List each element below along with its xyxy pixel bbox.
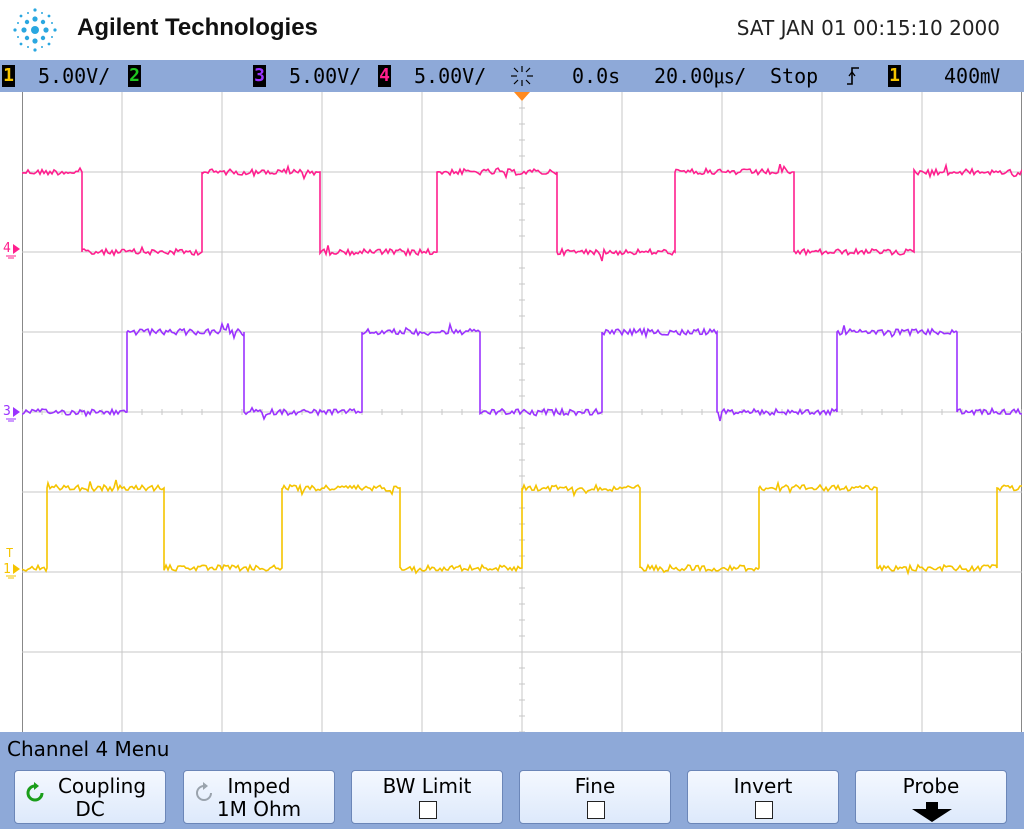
channel-3-marker-label: 3 (3, 404, 11, 419)
channel-1-indicator[interactable]: 1 (2, 65, 15, 87)
menu-title-bar: Channel 4 Menu (0, 732, 1024, 764)
header: Agilent Technologies SAT JAN 01 00:15:10… (0, 0, 1024, 60)
time-scale: 20.00㎲/ (654, 64, 747, 88)
down-arrow-icon (912, 802, 952, 822)
channel-3-ground-marker[interactable]: 3 (2, 403, 22, 425)
channel-1-marker-label: 1 (3, 562, 11, 577)
channel-3-scale: 5.00V/ (289, 64, 362, 88)
coupling-value: DC (75, 797, 105, 821)
trigger-time-marker-icon (514, 92, 530, 101)
impedance-label: Imped (227, 774, 291, 798)
channel-2-indicator[interactable]: 2 (128, 65, 141, 87)
status-bar: 1 5.00V/ 2 3 5.00V/ 4 5.00V/ 0.0s 20.00㎲… (0, 60, 1024, 92)
bw-limit-softkey[interactable]: BW Limit (351, 770, 503, 824)
rising-edge-icon (847, 67, 859, 85)
trigger-position-icon (511, 66, 533, 86)
channel-4-indicator[interactable]: 4 (378, 65, 391, 87)
invert-label: Invert (733, 774, 793, 798)
channel-4-marker-label: 4 (3, 241, 11, 256)
channel-1-scale: 5.00V/ (38, 64, 111, 88)
probe-label: Probe (902, 774, 960, 798)
impedance-softkey[interactable]: Imped 1M Ohm (183, 770, 335, 824)
fine-label: Fine (574, 774, 616, 798)
channel-1-ground-marker[interactable]: T 1 (2, 546, 22, 582)
invert-checkbox[interactable] (755, 801, 773, 819)
brand-title: Agilent Technologies (77, 14, 318, 41)
time-offset: 0.0s (572, 64, 621, 88)
date-time: SAT JAN 01 00:15:10 2000 (736, 16, 1000, 40)
trigger-level: 400㎷ (944, 64, 1001, 88)
channel-3-indicator[interactable]: 3 (253, 65, 266, 87)
menu-title: Channel 4 Menu (7, 737, 170, 761)
trigger-level-marker: T (6, 546, 13, 560)
bw-limit-label: BW Limit (382, 774, 472, 798)
coupling-label: Coupling (57, 774, 147, 798)
impedance-value: 1M Ohm (216, 797, 302, 821)
bw-limit-checkbox[interactable] (419, 801, 437, 819)
channel-4-ground-marker[interactable]: 4 (2, 240, 22, 262)
coupling-softkey[interactable]: Coupling DC (14, 770, 166, 824)
invert-softkey[interactable]: Invert (687, 770, 839, 824)
waveform-graticule (22, 92, 1022, 732)
trigger-source-indicator[interactable]: 1 (888, 65, 901, 87)
fine-checkbox[interactable] (587, 801, 605, 819)
fine-softkey[interactable]: Fine (519, 770, 671, 824)
probe-softkey[interactable]: Probe (855, 770, 1007, 824)
agilent-logo-icon (13, 8, 57, 52)
run-state: Stop (770, 64, 819, 88)
channel-4-scale: 5.00V/ (414, 64, 487, 88)
channel-1-trace (22, 479, 1022, 576)
softkey-bar: Coupling DC Imped 1M Ohm BW Limit Fine I… (0, 764, 1024, 829)
